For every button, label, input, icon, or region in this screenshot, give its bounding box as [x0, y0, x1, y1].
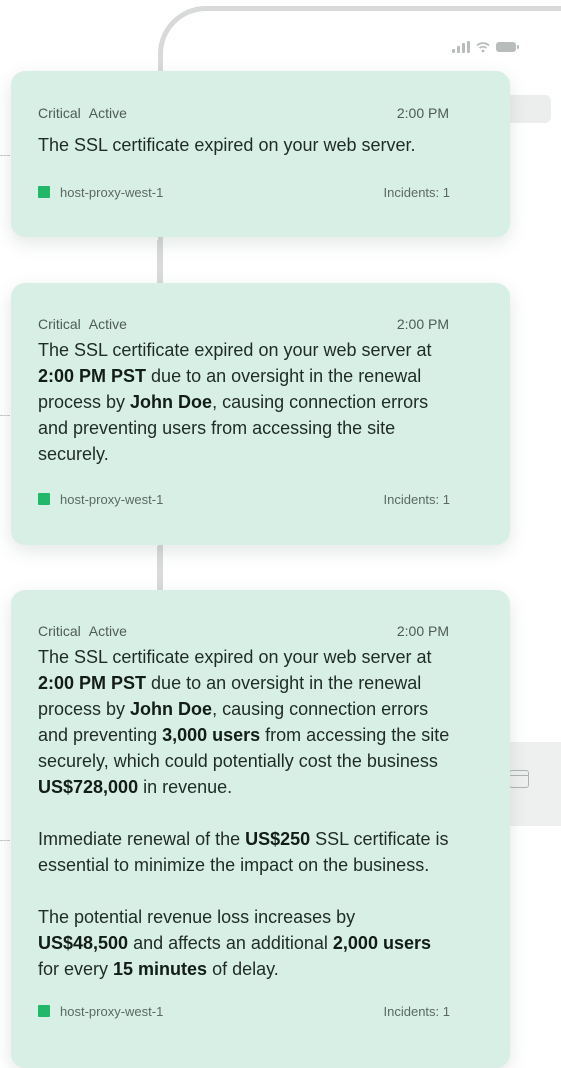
state-label: Active [88, 105, 127, 121]
state-label: Active [88, 316, 127, 332]
host-name: host-proxy-west-1 [60, 491, 164, 507]
alert-footer: host-proxy-west-1 Incidents: 1 [38, 490, 450, 508]
severity-label: Critical [38, 623, 81, 639]
alert-header: Critical Active 2:00 PM [38, 622, 450, 640]
alert-card[interactable]: Critical Active 2:00 PM The SSL certific… [11, 283, 510, 545]
status-bar [452, 41, 519, 53]
severity-label: Critical [38, 105, 81, 121]
host-name: host-proxy-west-1 [60, 1003, 164, 1019]
alert-footer: host-proxy-west-1 Incidents: 1 [38, 183, 450, 201]
terminal-icon[interactable] [509, 770, 529, 788]
message-paragraph: The potential revenue loss increases by … [38, 907, 431, 979]
host-status-icon [38, 186, 50, 198]
battery-icon [496, 42, 519, 52]
alert-time: 2:00 PM [396, 623, 449, 639]
search-bar-placeholder [505, 95, 551, 123]
severity-label: Critical [38, 316, 81, 332]
alert-card[interactable]: Critical Active 2:00 PM The SSL certific… [11, 590, 510, 1068]
message-paragraph: The SSL certificate expired on your web … [38, 647, 450, 797]
timeline-connector [157, 546, 163, 590]
alert-card[interactable]: Critical Active 2:00 PM The SSL certific… [11, 71, 510, 237]
state-label: Active [88, 623, 127, 639]
alert-header: Critical Active 2:00 PM [38, 315, 450, 333]
alert-header: Critical Active 2:00 PM [38, 104, 450, 122]
incident-count: Incidents: 1 [383, 184, 451, 200]
wifi-icon [476, 42, 490, 53]
alert-message: The SSL certificate expired on your web … [38, 340, 432, 464]
alert-time: 2:00 PM [396, 316, 449, 332]
alert-time: 2:00 PM [396, 105, 449, 121]
alert-message: The SSL certificate expired on your web … [38, 644, 450, 982]
dotted-guide [0, 155, 10, 156]
timeline-connector [157, 240, 163, 284]
signal-icon [452, 41, 470, 53]
dotted-guide [0, 415, 10, 416]
host-name: host-proxy-west-1 [60, 184, 164, 200]
message-paragraph: Immediate renewal of the US$250 SSL cert… [38, 829, 449, 875]
host-status-icon [38, 493, 50, 505]
dotted-guide [0, 840, 10, 841]
alert-message: The SSL certificate expired on your web … [38, 135, 416, 155]
host-status-icon [38, 1005, 50, 1017]
incident-count: Incidents: 1 [383, 1003, 451, 1019]
incident-count: Incidents: 1 [383, 491, 451, 507]
alert-footer: host-proxy-west-1 Incidents: 1 [38, 1002, 450, 1020]
